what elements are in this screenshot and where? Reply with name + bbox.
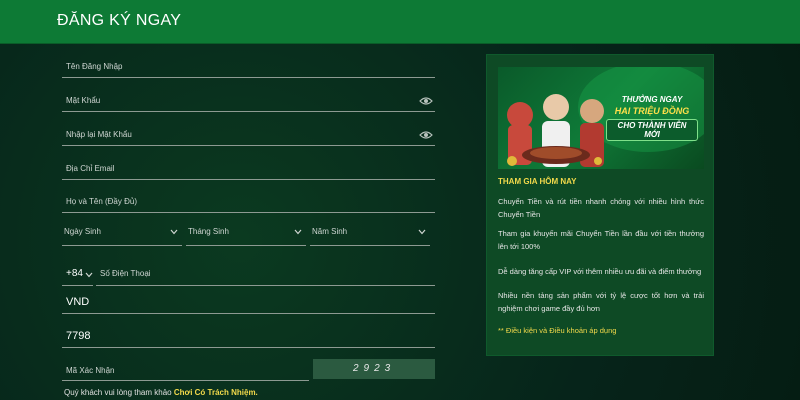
birth-year-label: Năm Sinh bbox=[312, 227, 348, 236]
birth-month-select[interactable]: Tháng Sinh bbox=[186, 216, 306, 246]
phone-field[interactable]: Số Điện Thoại bbox=[96, 256, 435, 286]
email-label: Địa Chỉ Email bbox=[66, 164, 115, 173]
banner-line-3: CHO THÀNH VIÊN MỚI bbox=[606, 119, 698, 141]
promo-banner: THƯỞNG NGAY HAI TRIỆU ĐỒNG CHO THÀNH VIÊ… bbox=[498, 67, 704, 169]
birth-day-label: Ngày Sinh bbox=[64, 227, 101, 236]
banner-line-1: THƯỞNG NGAY bbox=[621, 95, 683, 104]
chevron-down-icon bbox=[294, 229, 302, 235]
promo-item: Chuyển Tiền và rút tiền nhanh chóng với … bbox=[498, 197, 704, 219]
promo-panel: THƯỞNG NGAY HAI TRIỆU ĐỒNG CHO THÀNH VIÊ… bbox=[486, 54, 714, 356]
banner-line-2: HAI TRIỆU ĐỒNG bbox=[614, 106, 690, 116]
page-title: ĐĂNG KÝ NGAY bbox=[57, 12, 182, 29]
promo-item: Tham gia khuyến mãi Chuyển Tiền lần đầu … bbox=[498, 229, 704, 251]
code-field[interactable]: 7798 bbox=[62, 314, 435, 348]
captcha-image[interactable]: 2923 bbox=[313, 359, 435, 379]
confirm-password-field[interactable]: Nhập lại Mật Khẩu bbox=[62, 112, 435, 146]
promo-item: Nhiều nền tảng sản phẩm với tỷ lệ cược t… bbox=[498, 291, 704, 313]
currency-field[interactable]: VND bbox=[62, 286, 435, 314]
email-field[interactable]: Địa Chỉ Email bbox=[62, 146, 435, 180]
birth-day-select[interactable]: Ngày Sinh bbox=[62, 216, 182, 246]
eye-icon[interactable] bbox=[419, 96, 433, 106]
code-value: 7798 bbox=[66, 330, 91, 342]
birth-year-select[interactable]: Năm Sinh bbox=[310, 216, 430, 246]
username-label: Tên Đăng Nhập bbox=[66, 62, 123, 71]
page-header: ĐĂNG KÝ NGAY bbox=[0, 0, 800, 44]
phone-label: Số Điện Thoại bbox=[100, 269, 151, 278]
registration-form: Tên Đăng Nhập Mật Khẩu Nhập lại Mật Khẩu… bbox=[62, 44, 442, 400]
confirm-password-label: Nhập lại Mật Khẩu bbox=[66, 130, 132, 139]
promo-item: Dễ dàng tăng cấp VIP với thêm nhiều ưu đ… bbox=[498, 267, 702, 276]
responsible-gaming-note: Quý khách vui lòng tham khảo Chơi Có Trá… bbox=[64, 388, 258, 397]
captcha-label: Mã Xác Nhận bbox=[66, 366, 115, 375]
responsible-gaming-link[interactable]: Chơi Có Trách Nhiệm. bbox=[174, 388, 258, 397]
password-field[interactable]: Mật Khẩu bbox=[62, 78, 435, 112]
captcha-code: 2923 bbox=[353, 363, 396, 374]
captcha-field[interactable]: Mã Xác Nhận bbox=[62, 348, 309, 381]
eye-icon[interactable] bbox=[419, 130, 433, 140]
country-code-value: +84 bbox=[66, 268, 83, 279]
chevron-down-icon bbox=[170, 229, 178, 235]
banner-caption: THƯỞNG NGAY HAI TRIỆU ĐỒNG CHO THÀNH VIÊ… bbox=[606, 95, 698, 141]
terms-link[interactable]: ** Điều kiện và Điều khoản áp dụng bbox=[498, 326, 616, 335]
chevron-down-icon bbox=[418, 229, 426, 235]
fullname-label: Họ và Tên (Đầy Đủ) bbox=[66, 197, 137, 206]
country-code-select[interactable]: +84 bbox=[62, 256, 93, 286]
chevron-down-icon bbox=[85, 272, 93, 278]
fullname-field[interactable]: Họ và Tên (Đầy Đủ) bbox=[62, 180, 435, 213]
username-field[interactable]: Tên Đăng Nhập bbox=[62, 44, 435, 78]
birth-month-label: Tháng Sinh bbox=[188, 227, 229, 236]
password-label: Mật Khẩu bbox=[66, 96, 101, 105]
currency-value: VND bbox=[66, 296, 90, 308]
promo-title: THAM GIA HÔM NAY bbox=[498, 177, 577, 186]
footnote-text: Quý khách vui lòng tham khảo bbox=[64, 388, 172, 397]
